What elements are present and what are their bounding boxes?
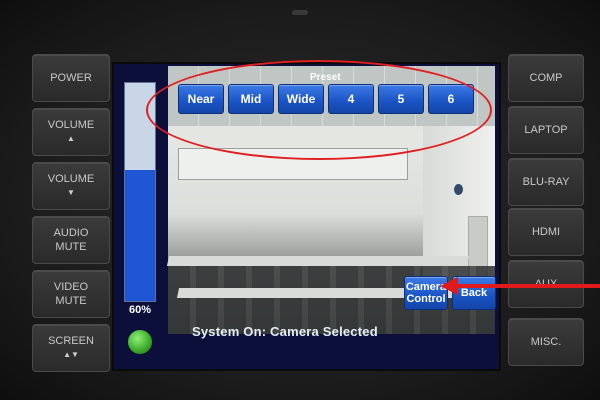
misc-button[interactable]: MISC.: [508, 318, 584, 366]
video-mute-label-1: VIDEO: [53, 281, 89, 293]
laptop-button[interactable]: LAPTOP: [508, 106, 584, 154]
up-arrow-icon: ▲: [67, 134, 75, 143]
power-button-label: POWER: [50, 72, 92, 84]
status-text: System On: Camera Selected: [192, 324, 378, 339]
laptop-label: LAPTOP: [524, 124, 568, 136]
volume-down-label: VOLUME: [47, 173, 95, 185]
audio-mute-button[interactable]: AUDIO MUTE: [32, 216, 110, 264]
power-button[interactable]: POWER: [32, 54, 110, 102]
video-mute-label-2: MUTE: [55, 295, 87, 307]
volume-bar-fill: [125, 170, 155, 301]
camera-lens: [292, 10, 308, 15]
volume-up-label: VOLUME: [47, 119, 95, 131]
up-down-arrows-icon: ▲▼: [63, 350, 79, 359]
clock-icon: [454, 184, 463, 195]
volume-percent: 60%: [128, 304, 152, 316]
device-bezel: POWER VOLUME ▲ VOLUME ▼ AUDIO MUTE VIDEO…: [0, 0, 600, 400]
annotation-ellipse: [146, 60, 492, 160]
hdmi-label: HDMI: [531, 226, 561, 238]
back-button[interactable]: Back: [452, 276, 496, 310]
volume-up-button[interactable]: VOLUME ▲: [32, 108, 110, 156]
annotation-arrow-line: [456, 284, 600, 288]
screen-label: SCREEN: [48, 335, 94, 347]
annotation-arrow-icon: [440, 277, 458, 295]
audio-mute-label-1: AUDIO: [53, 227, 89, 239]
status-led-icon: [128, 330, 152, 354]
hdmi-button[interactable]: HDMI: [508, 208, 584, 256]
misc-label: MISC.: [530, 336, 562, 348]
comp-label: COMP: [529, 72, 563, 84]
blu-ray-button[interactable]: BLU-RAY: [508, 158, 584, 206]
screen-button[interactable]: SCREEN ▲▼: [32, 324, 110, 372]
desk-row: [166, 256, 470, 266]
down-arrow-icon: ▼: [67, 188, 75, 197]
blu-ray-label: BLU-RAY: [522, 176, 570, 188]
video-mute-button[interactable]: VIDEO MUTE: [32, 270, 110, 318]
audio-mute-label-2: MUTE: [55, 241, 87, 253]
volume-down-button[interactable]: VOLUME ▼: [32, 162, 110, 210]
comp-button[interactable]: COMP: [508, 54, 584, 102]
